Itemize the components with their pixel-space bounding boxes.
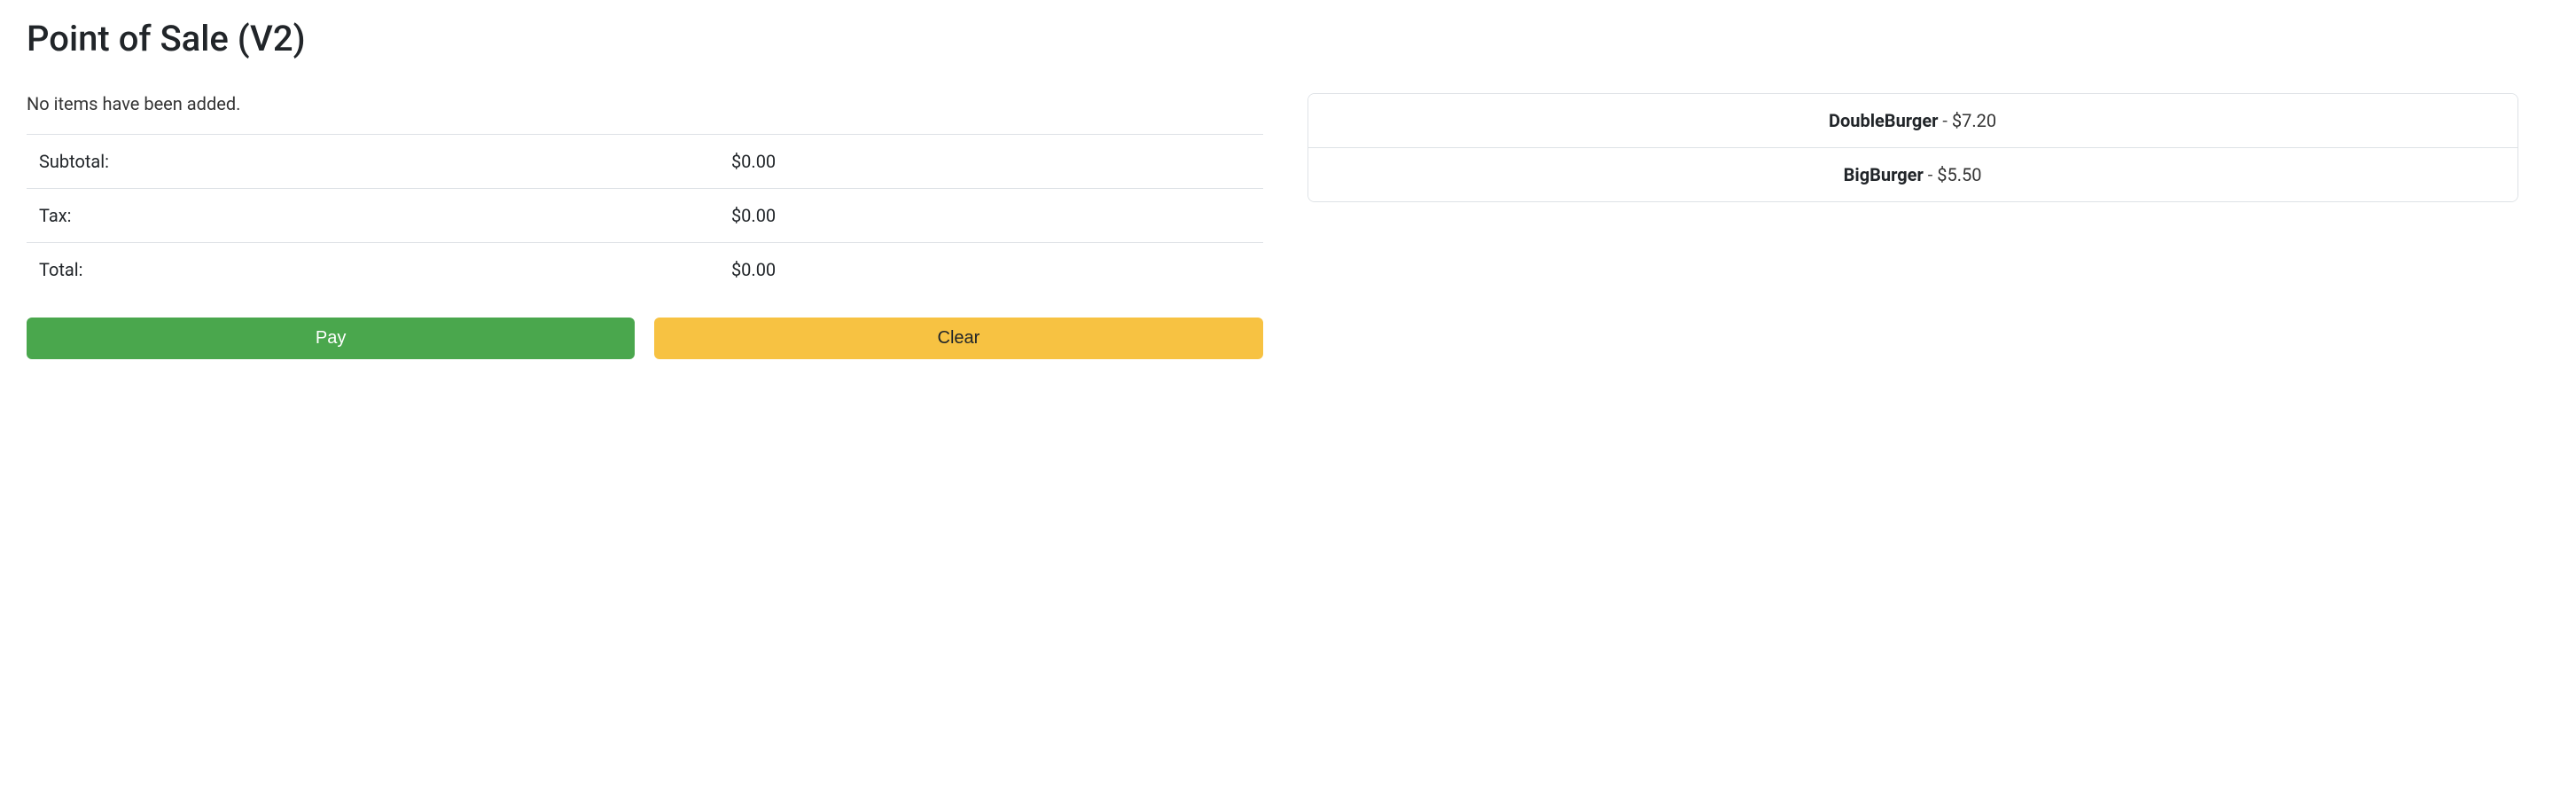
product-price: $5.50 [1937, 164, 1981, 185]
summary-row-tax: Tax: $0.00 [27, 189, 1263, 243]
page-title: Point of Sale (V2) [27, 18, 2549, 59]
summary-table: Subtotal: $0.00 Tax: $0.00 Total: $0.00 [27, 134, 1263, 296]
cart-panel: No items have been added. Subtotal: $0.0… [27, 93, 1263, 359]
tax-value: $0.00 [719, 189, 1263, 243]
product-list: DoubleBurger - $7.20 BigBurger - $5.50 [1308, 93, 2518, 202]
summary-row-total: Total: $0.00 [27, 243, 1263, 297]
subtotal-label: Subtotal: [27, 135, 719, 189]
product-item-bigburger[interactable]: BigBurger - $5.50 [1308, 147, 2517, 201]
product-separator: - [1938, 110, 1951, 131]
cart-empty-message: No items have been added. [27, 93, 1263, 130]
product-item-doubleburger[interactable]: DoubleBurger - $7.20 [1308, 94, 2517, 147]
product-name: BigBurger [1844, 164, 1924, 185]
summary-row-subtotal: Subtotal: $0.00 [27, 135, 1263, 189]
product-name: DoubleBurger [1829, 110, 1939, 131]
subtotal-value: $0.00 [719, 135, 1263, 189]
total-label: Total: [27, 243, 719, 297]
product-price: $7.20 [1952, 110, 1996, 131]
product-panel: DoubleBurger - $7.20 BigBurger - $5.50 [1308, 93, 2518, 202]
pay-button[interactable]: Pay [27, 318, 635, 359]
product-separator: - [1924, 164, 1937, 185]
tax-label: Tax: [27, 189, 719, 243]
total-value: $0.00 [719, 243, 1263, 297]
main-layout: No items have been added. Subtotal: $0.0… [27, 93, 2549, 359]
clear-button[interactable]: Clear [654, 318, 1262, 359]
action-buttons: Pay Clear [27, 318, 1263, 359]
